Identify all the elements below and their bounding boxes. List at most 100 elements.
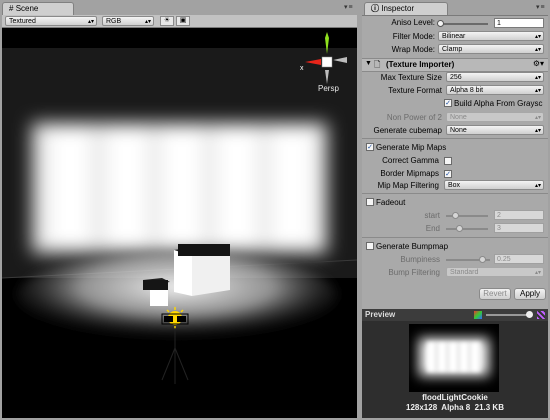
generate-cubemap-value: None <box>450 127 467 134</box>
max-texture-size-dropdown[interactable]: 256 ▴▾ <box>446 72 544 82</box>
scene-render: x Persp <box>2 28 357 418</box>
scene-pane-options-icon[interactable]: ▾≡ <box>344 3 354 11</box>
non-power-of-2-dropdown[interactable]: None ▴▾ <box>446 112 544 122</box>
chevron-down-icon: ▴▾ <box>534 128 541 134</box>
chevron-down-icon: ▴▾ <box>87 19 94 25</box>
importer-title: (Texture Importer) <box>386 60 455 69</box>
max-texture-size-label: Max Texture Size <box>380 73 442 82</box>
info-icon: ⓘ <box>371 4 379 13</box>
correct-gamma-checkbox[interactable] <box>444 157 452 165</box>
generate-bumpmap-checkbox[interactable] <box>366 242 374 250</box>
aniso-level-field[interactable]: 1 <box>494 18 544 28</box>
build-alpha-checkbox[interactable]: ✓ <box>444 99 452 107</box>
correct-gamma-label: Correct Gamma <box>382 156 439 165</box>
scene-viewport[interactable]: x Persp <box>2 28 357 418</box>
generate-mip-maps-checkbox[interactable]: ✓ <box>366 143 374 151</box>
texture-preview-image <box>409 324 499 392</box>
border-mipmaps-label: Border Mipmaps <box>380 169 439 178</box>
border-mipmaps-checkbox[interactable]: ✓ <box>444 170 452 178</box>
color-channels-icon[interactable] <box>474 311 482 319</box>
aniso-slider-track[interactable] <box>438 23 488 25</box>
bumpiness-slider-knob[interactable] <box>479 256 486 263</box>
fade-start-label: start <box>424 211 440 220</box>
mip-map-filtering-dropdown[interactable]: Box ▴▾ <box>444 180 544 190</box>
image-icon: ▣ <box>179 17 187 24</box>
foldout-arrow-icon[interactable]: ▼ <box>365 60 372 67</box>
chevron-down-icon: ▴▾ <box>534 47 541 53</box>
divider <box>362 138 548 139</box>
tab-inspector[interactable]: ⓘ Inspector <box>364 2 448 15</box>
fadeout-label: Fadeout <box>376 198 406 207</box>
filter-mode-label: Filter Mode: <box>392 32 435 41</box>
sun-icon: ☀ <box>163 17 171 24</box>
texture-format-value: Alpha 8 bit <box>450 87 484 94</box>
large-cube[interactable] <box>174 244 230 296</box>
build-alpha-label: Build Alpha From Graysc <box>454 99 543 108</box>
mip-map-filtering-value: Box <box>448 182 461 189</box>
texture-name: floodLightCookie <box>422 393 488 402</box>
chevron-down-icon: ▴▾ <box>144 19 151 25</box>
chevron-down-icon: ▴▾ <box>534 75 541 81</box>
mip-map-filtering-label: Mip Map Filtering <box>377 181 439 190</box>
apply-button[interactable]: Apply <box>514 288 546 300</box>
chevron-down-icon: ▴▾ <box>534 115 541 121</box>
fade-start-field[interactable]: 2 <box>494 210 544 220</box>
preview-title: Preview <box>365 310 396 319</box>
generate-mip-maps-label: Generate Mip Maps <box>376 143 447 152</box>
divider <box>362 193 548 194</box>
texture-format-dropdown[interactable]: Alpha 8 bit ▴▾ <box>446 85 544 95</box>
fadeout-checkbox[interactable] <box>366 198 374 206</box>
gizmo-persp-label[interactable]: Persp <box>318 84 339 93</box>
aniso-level-label: Aniso Level: <box>391 18 435 27</box>
scene-skybox-button[interactable]: ▣ <box>176 16 190 26</box>
bumpiness-field[interactable]: 0.25 <box>494 254 544 264</box>
scene-tab-label: Scene <box>15 4 39 13</box>
generate-cubemap-label: Generate cubemap <box>373 126 443 135</box>
wrap-mode-label: Wrap Mode: <box>391 45 435 54</box>
texture-info: 128x128 Alpha 8 21.3 KB <box>406 403 504 412</box>
gizmo-x-label: x <box>300 65 304 72</box>
bump-filtering-value: Standard <box>450 269 479 276</box>
bumpiness-label: Bumpiness <box>400 255 440 264</box>
wrap-mode-dropdown[interactable]: Clamp ▴▾ <box>438 44 544 54</box>
max-texture-size-value: 256 <box>450 74 462 81</box>
checker-icon[interactable] <box>537 311 545 319</box>
non-power-of-2-value: None <box>450 114 467 121</box>
chevron-down-icon: ▴▾ <box>534 34 541 40</box>
chevron-down-icon: ▴▾ <box>534 88 541 94</box>
texture-format-label: Texture Format <box>388 86 442 95</box>
generate-bumpmap-label: Generate Bumpmap <box>376 242 449 251</box>
wrap-mode-value: Clamp <box>442 46 463 53</box>
importer-header[interactable]: ▼ 🗋 (Texture Importer) ⚙▾ <box>362 58 548 72</box>
wall-light-pattern <box>32 123 327 253</box>
document-icon: 🗋 <box>374 60 381 69</box>
inspector-pane-options-icon[interactable]: ▾≡ <box>536 3 546 11</box>
draw-mode-value: Textured <box>9 18 36 25</box>
draw-mode-dropdown[interactable]: Textured ▴▾ <box>5 16 97 26</box>
mip-slider-knob[interactable] <box>526 311 533 318</box>
bump-filtering-dropdown[interactable]: Standard ▴▾ <box>446 267 544 277</box>
chevron-down-icon: ▴▾ <box>534 270 541 276</box>
filter-mode-dropdown[interactable]: Bilinear ▴▾ <box>438 31 544 41</box>
fade-end-slider-knob[interactable] <box>456 225 463 232</box>
render-mode-dropdown[interactable]: RGB ▴▾ <box>102 16 154 26</box>
generate-cubemap-dropdown[interactable]: None ▴▾ <box>446 125 544 135</box>
fade-end-slider-track[interactable] <box>446 228 488 230</box>
fade-start-slider-knob[interactable] <box>452 212 459 219</box>
scene-grid-icon: # <box>9 4 14 13</box>
fade-end-field[interactable]: 3 <box>494 223 544 233</box>
aniso-slider-knob[interactable] <box>437 20 444 27</box>
preview-area: floodLightCookie 128x128 Alpha 8 21.3 KB <box>362 321 548 418</box>
bump-filtering-label: Bump Filtering <box>388 268 440 277</box>
divider <box>362 237 548 238</box>
fade-end-label: End <box>425 224 440 233</box>
gear-icon[interactable]: ⚙▾ <box>533 59 544 68</box>
preview-header: Preview <box>362 309 548 321</box>
filter-mode-value: Bilinear <box>442 33 466 40</box>
tab-scene[interactable]: # Scene <box>2 2 74 15</box>
revert-button[interactable]: Revert <box>479 288 511 300</box>
inspector-tab-label: Inspector <box>381 4 415 13</box>
scene-toolbar: Textured ▴▾ RGB ▴▾ ☀ ▣ <box>2 15 357 28</box>
scene-lighting-button[interactable]: ☀ <box>160 16 174 26</box>
non-power-of-2-label: Non Power of 2 <box>386 113 442 122</box>
